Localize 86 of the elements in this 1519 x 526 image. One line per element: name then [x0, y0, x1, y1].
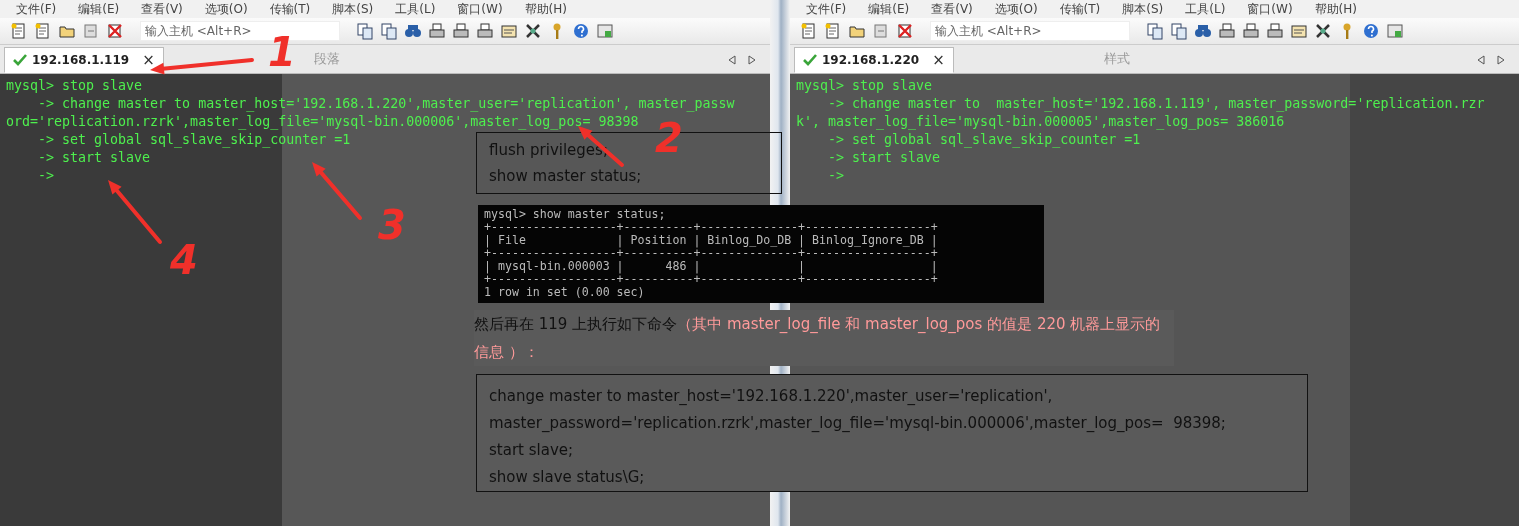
copy-icon[interactable]	[356, 22, 374, 40]
disconnect-icon[interactable]	[106, 22, 124, 40]
terminal-line: -> start slave	[827, 149, 941, 167]
arrow-drawing	[108, 180, 162, 244]
screenshot-line: mysql> show master status;	[484, 208, 666, 221]
disconnect-icon[interactable]	[896, 22, 914, 40]
terminal-line: ->	[827, 167, 845, 185]
menu-item[interactable]: 帮助(H)	[1314, 0, 1357, 18]
screenshot-line: +------------------+----------+--------------+------------------+	[484, 221, 938, 234]
arrow-drawing	[312, 162, 362, 220]
terminal-line: ->	[37, 167, 55, 185]
screenshot-line: +------------------+----------+--------------+------------------+	[484, 273, 938, 286]
terminal-line: mysql> stop slave	[6, 77, 143, 95]
screenshot-line: | mysql-bin.000003 | 486 | | |	[484, 260, 938, 273]
terminal-line: mysql> stop slave	[796, 77, 933, 95]
scroll-right-icon[interactable]	[1497, 55, 1505, 65]
terminal-line: -> set global sql_slave_skip_counter =1	[37, 131, 351, 149]
document-line: show slave status\G;	[489, 467, 645, 488]
menu-item[interactable]: 编辑(E)	[868, 0, 910, 18]
menu-item[interactable]: 脚本(S)	[1122, 0, 1164, 18]
close-icon[interactable]: ×	[932, 51, 945, 69]
printer-icon[interactable]	[1218, 22, 1236, 40]
help-icon[interactable]	[1362, 22, 1380, 40]
annotation-number: 3	[378, 205, 406, 245]
tools-icon[interactable]	[1314, 22, 1332, 40]
session-tab[interactable]: 192.168.1.220 ×	[794, 47, 954, 73]
terminal-line: -> start slave	[37, 149, 151, 167]
document-line: change master to master_host='192.168.1.220',master_user='replication',	[489, 386, 1053, 407]
menu-item[interactable]: 查看(V)	[141, 0, 183, 18]
terminal-line: -> set global sql_slave_skip_counter =1	[827, 131, 1141, 149]
menu-item[interactable]: 选项(O)	[994, 0, 1038, 18]
screenshot-line: 1 row in set (0.00 sec)	[484, 286, 645, 299]
scroll-right-icon[interactable]	[748, 55, 756, 65]
new-session-icon[interactable]	[34, 22, 52, 40]
menu-item[interactable]: 传输(T)	[1059, 0, 1101, 18]
close-icon[interactable]: ×	[142, 51, 155, 69]
menu-item[interactable]: 文件(F)	[16, 0, 57, 18]
menu-item[interactable]: 窗口(W)	[1247, 0, 1293, 18]
copy-icon[interactable]	[380, 22, 398, 40]
document-line: start slave;	[489, 440, 574, 461]
new-session-icon[interactable]	[10, 22, 28, 40]
tab-label: 192.168.1.119	[32, 53, 130, 67]
document-paragraph: 然后再在 119 上执行如下命令（其中 master_log_file 和 master_log_pos 的值是 220 机器上显示的信息 ）：	[474, 310, 1174, 366]
terminal-line: k', master_log_file='mysql-bin.000005',master_log_pos= 386016	[796, 113, 1285, 131]
help-icon[interactable]	[572, 22, 590, 40]
menu-item[interactable]: 工具(L)	[395, 0, 436, 18]
tab-label: 192.168.1.220	[822, 53, 920, 67]
menu-item[interactable]: 文件(F)	[806, 0, 847, 18]
binoculars-icon[interactable]	[404, 22, 422, 40]
scroll-left-icon[interactable]	[1477, 55, 1485, 65]
menu-item[interactable]: 帮助(H)	[524, 0, 567, 18]
terminal-line: ord='replication.rzrk',master_log_file='mysql-bin.000006',master_log_pos= 98398	[6, 113, 639, 131]
menu-item[interactable]: 窗口(W)	[457, 0, 503, 18]
binoculars-icon[interactable]	[1194, 22, 1212, 40]
printer-icon[interactable]	[452, 22, 470, 40]
menu-item[interactable]: 工具(L)	[1185, 0, 1226, 18]
new-session-icon[interactable]	[800, 22, 818, 40]
annotation-number: 4	[170, 240, 198, 280]
scroll-left-icon[interactable]	[728, 55, 736, 65]
menu-item[interactable]: 传输(T)	[269, 0, 311, 18]
tools-icon[interactable]	[524, 22, 542, 40]
host-input-field[interactable]: 输入主机 <Alt+R>	[930, 21, 1130, 41]
session-tab[interactable]: 192.168.1.119 ×	[4, 47, 164, 73]
printer-icon[interactable]	[1266, 22, 1284, 40]
menu-item[interactable]: 脚本(S)	[332, 0, 374, 18]
copy-icon[interactable]	[1146, 22, 1164, 40]
screenshot-line: | File | Position | Binlog_Do_DB | Binlog_Ignore_DB |	[484, 234, 938, 247]
new-session-icon[interactable]	[824, 22, 842, 40]
document-line: flush privileges;	[489, 140, 608, 161]
copy-icon[interactable]	[1170, 22, 1188, 40]
ribbon-group-label: 段落	[313, 50, 340, 68]
printer-icon[interactable]	[476, 22, 494, 40]
document-line: master_password='replication.rzrk',master_log_file='mysql-bin.000006',master_log_pos= 98398;	[489, 413, 1226, 434]
check-icon	[13, 54, 27, 66]
check-icon	[803, 54, 817, 66]
printer-icon[interactable]	[1242, 22, 1260, 40]
terminal-line: -> change master to master_host='192.168.1.220',master_user='replication', master_passw	[37, 95, 735, 113]
ribbon-group-label: 样式	[1103, 50, 1130, 68]
menu-item[interactable]: 选项(O)	[204, 0, 248, 18]
screenshot-line: +------------------+----------+--------------+------------------+	[484, 247, 938, 260]
terminal-line: -> change master to master_host='192.168.1.119', master_password='replication.rzr	[827, 95, 1485, 113]
document-line: show master status;	[489, 166, 642, 187]
menu-item[interactable]: 查看(V)	[931, 0, 973, 18]
annotation-number: 2	[655, 118, 683, 158]
menu-item[interactable]: 编辑(E)	[78, 0, 120, 18]
printer-icon[interactable]	[428, 22, 446, 40]
